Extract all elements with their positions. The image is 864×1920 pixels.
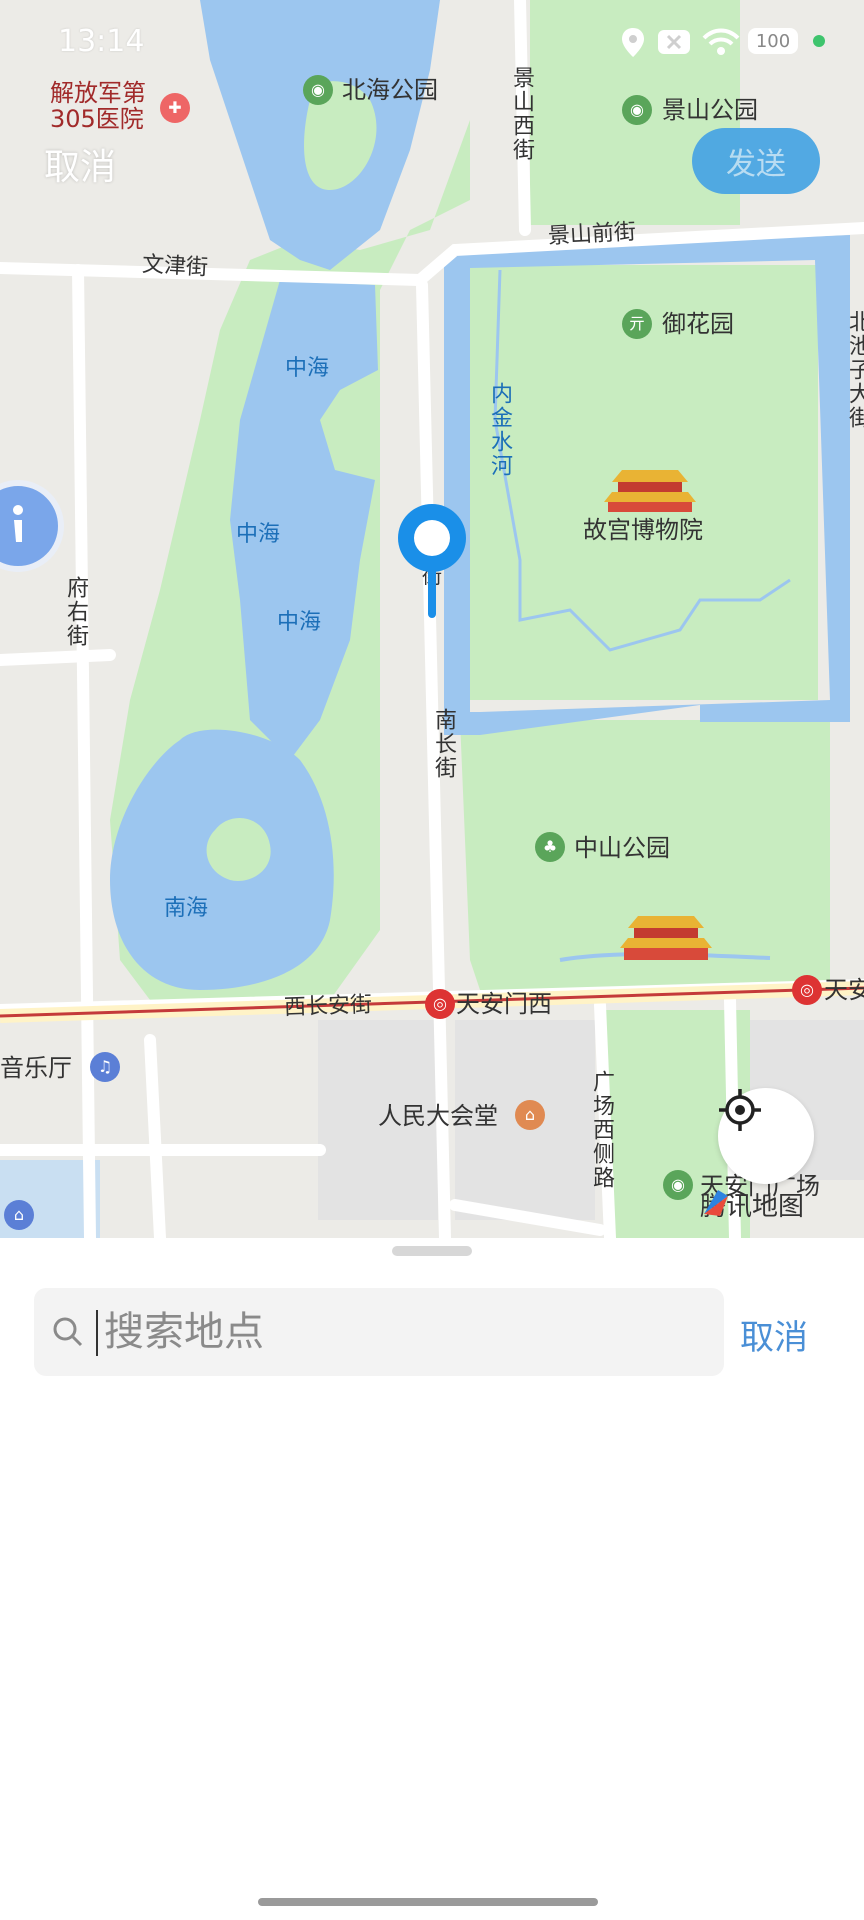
map-label-xichangan: 西长安街 <box>283 992 373 1021</box>
map-label-hospital: 解放军第 305医院 <box>50 79 146 134</box>
search-input[interactable] <box>98 1288 704 1376</box>
battery-indicator: 100 <box>748 28 798 54</box>
status-bar: 13:14 100 <box>0 0 864 84</box>
sheet-drag-handle[interactable] <box>392 1246 472 1256</box>
map-label-zhonghai: 中海 <box>236 522 281 547</box>
battery-level: 100 <box>755 30 791 52</box>
map-label-jingshan-front: 景山前街 <box>547 219 637 250</box>
map-view[interactable]: ✚ ◉ ◉ 亓 ♣ ◎ ◎ ♫ ⌂ ◉ ⌂ 解放军第 305医院 北海公园 景山… <box>0 0 864 1238</box>
map-label-wenjin: 文津街 <box>141 252 209 281</box>
search-icon <box>53 1317 83 1347</box>
cancel-button-top[interactable]: 取消 <box>44 138 116 190</box>
map-label-palace-museum: 故宫博物院 <box>583 516 703 544</box>
search-bar[interactable] <box>34 1288 724 1376</box>
map-label-tiananmen-west: 天安门西 <box>456 990 552 1018</box>
map-label-neijinshuihe: 内金水河 <box>487 382 512 478</box>
locate-me-button[interactable] <box>718 1088 814 1184</box>
map-label-nanhai: 南海 <box>164 896 209 921</box>
map-label-zhonghai: 中海 <box>285 356 330 381</box>
home-icon: ⌂ <box>4 1200 34 1230</box>
sim-off-icon <box>658 30 690 54</box>
map-label-nanchang: 南长街 <box>431 708 456 780</box>
map-label-guangchang-west: 广场西侧路 <box>589 1070 614 1190</box>
map-label-great-hall: 人民大会堂 <box>378 1102 498 1130</box>
cancel-button[interactable]: 取消 <box>740 1310 808 1359</box>
map-label-beichi: 北池子大街 <box>845 310 864 430</box>
camera-icon: ◉ <box>663 1170 693 1200</box>
map-label-yuhuayuan: 御花园 <box>662 310 734 338</box>
pavilion-icon: 亓 <box>622 309 652 339</box>
compass-icon <box>704 1190 728 1216</box>
landmark-icon: ⌂ <box>515 1100 545 1130</box>
status-time: 13:14 <box>58 24 145 59</box>
camera-icon: ◉ <box>622 95 652 125</box>
walk-person-button[interactable] <box>0 480 64 572</box>
map-label-concert-hall: 音乐厅 <box>0 1054 72 1082</box>
crosshair-icon <box>719 1089 761 1131</box>
map-label-fuyou: 府右街 <box>63 576 88 648</box>
tree-icon: ♣ <box>535 832 565 862</box>
mic-active-dot <box>813 35 825 47</box>
music-icon: ♫ <box>90 1052 120 1082</box>
hospital-icon: ✚ <box>160 93 190 123</box>
wifi-icon <box>702 28 740 55</box>
map-label-zhonghai: 中海 <box>277 610 322 635</box>
home-indicator[interactable] <box>258 1898 598 1906</box>
location-icon <box>622 28 644 57</box>
map-label-jingshan-park: 景山公园 <box>662 96 758 124</box>
map-label-zhongshan-park: 中山公园 <box>574 834 670 862</box>
subway-icon: ◎ <box>425 989 455 1019</box>
subway-icon: ◎ <box>792 975 822 1005</box>
map-label-tiananmen-east: 天安 <box>824 976 864 1004</box>
map-provider-logo: 腾讯地图 <box>700 1186 804 1223</box>
send-button[interactable]: 发送 <box>692 128 820 194</box>
